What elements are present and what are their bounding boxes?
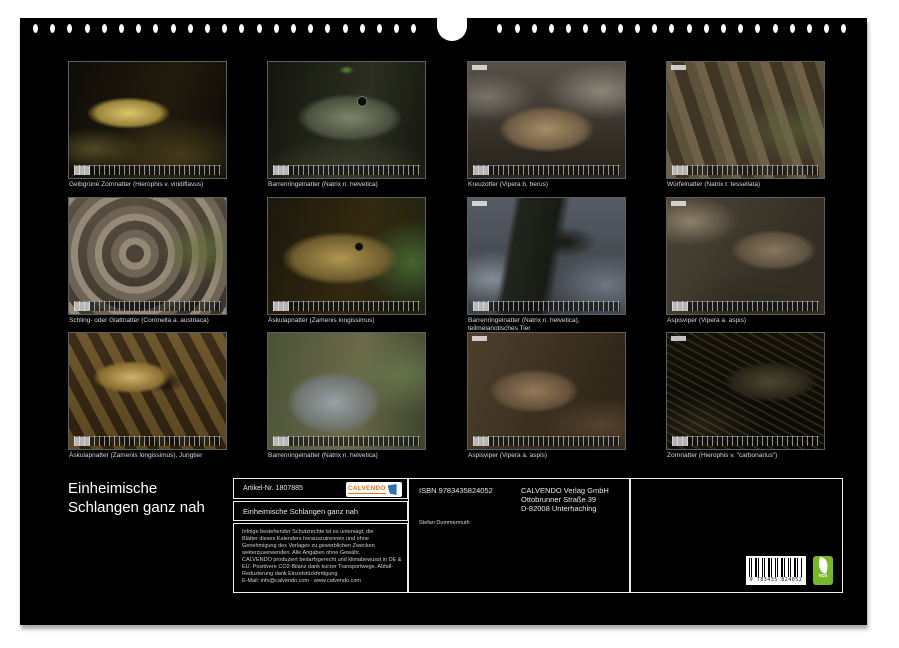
photo-caption: Zornnatter (Hierophis v. "carbonarius")	[667, 452, 823, 460]
barcode: 9 783435 824052	[746, 556, 806, 585]
photo-caption: Barrenringelnatter (Natrix n. helvetica)	[268, 181, 424, 189]
series-title-box: Einheimische Schlangen ganz nah	[233, 501, 408, 521]
photo-caption: Gelbgrüne Zornnatter (Hierophis v. virid…	[69, 181, 225, 189]
photo-cell: Aspisviper (Vipera a. aspis)	[468, 333, 625, 460]
photo-caption: Barrenringelnatter (Natrix n. helvetica)…	[468, 317, 624, 332]
leaf-icon	[816, 557, 829, 574]
author-name: Stefan Dummermuth	[419, 520, 470, 526]
hanger-notch	[437, 18, 467, 41]
photo-caption: Aspisviper (Vipera a. aspis)	[468, 452, 624, 460]
photo-cell: Äskulapnatter (Zamenis longissimus), Jun…	[69, 333, 226, 460]
photo-cell: Äskulapnatter (Zamenis longissimus)	[268, 198, 425, 325]
calvendo-logo-text: CALVENDO	[348, 485, 386, 494]
photo-caption: Würfelnatter (Natrix t. tessellata)	[667, 181, 823, 189]
eco-label: eco	[813, 573, 833, 580]
snake-photo	[69, 333, 226, 449]
barcode-number: 9 783435 824052	[749, 577, 803, 583]
publisher-address: CALVENDO Verlag GmbHOttobrunner Straße 3…	[521, 486, 609, 513]
publisher-box: ISBN 9783435824052 CALVENDO Verlag GmbHO…	[408, 478, 630, 593]
article-number: Artikel-Nr. 1807885	[243, 485, 303, 492]
snake-photo	[268, 198, 425, 314]
photo-cell: Barrenringelnatter (Natrix n. helvetica)	[268, 333, 425, 460]
photo-cell: Kreuzotter (Vipera b. berus)	[468, 62, 625, 189]
calendar-title: EinheimischeSchlangen ganz nah	[68, 479, 205, 517]
barcode-bars	[749, 558, 803, 577]
snake-photo	[667, 198, 824, 314]
photo-cell: Aspisviper (Vipera a. aspis)	[667, 198, 824, 325]
calendar-back-cover: Gelbgrüne Zornnatter (Hierophis v. virid…	[0, 0, 899, 648]
photo-caption: Kreuzotter (Vipera b. berus)	[468, 181, 624, 189]
calvendo-flag-icon	[388, 484, 397, 495]
eco-logo: eco	[813, 556, 833, 585]
photo-cell: Barrenringelnatter (Natrix n. helvetica)…	[468, 198, 625, 332]
barcode-box: 9 783435 824052 eco	[630, 478, 843, 593]
calvendo-logo: CALVENDO	[346, 482, 402, 497]
snake-photo	[268, 333, 425, 449]
legal-text: Infolge bestehender Schutzrechte ist es …	[242, 529, 401, 585]
snake-photo	[69, 198, 226, 314]
calendar-page: Gelbgrüne Zornnatter (Hierophis v. virid…	[20, 18, 867, 625]
series-title: Einheimische Schlangen ganz nah	[243, 507, 358, 516]
photo-cell: Würfelnatter (Natrix t. tessellata)	[667, 62, 824, 189]
photo-caption: Äskulapnatter (Zamenis longissimus), Jun…	[69, 452, 225, 460]
snake-photo	[667, 62, 824, 178]
photo-cell: Gelbgrüne Zornnatter (Hierophis v. virid…	[69, 62, 226, 189]
article-number-box: Artikel-Nr. 1807885 CALVENDO	[233, 478, 408, 499]
photo-cell: Zornnatter (Hierophis v. "carbonarius")	[667, 333, 824, 460]
photo-caption: Schling- oder Glattnatter (Coronella a. …	[69, 317, 225, 325]
snake-photo	[468, 198, 625, 314]
snake-photo	[667, 333, 824, 449]
photo-caption: Barrenringelnatter (Natrix n. helvetica)	[268, 452, 424, 460]
legal-text-box: Infolge bestehender Schutzrechte ist es …	[233, 523, 408, 593]
snake-photo	[468, 333, 625, 449]
snake-photo	[268, 62, 425, 178]
isbn-number: ISBN 9783435824052	[419, 486, 493, 495]
photo-caption: Äskulapnatter (Zamenis longissimus)	[268, 317, 424, 325]
snake-photo	[468, 62, 625, 178]
photo-caption: Aspisviper (Vipera a. aspis)	[667, 317, 823, 325]
snake-photo	[69, 62, 226, 178]
photo-cell: Barrenringelnatter (Natrix n. helvetica)	[268, 62, 425, 189]
photo-cell: Schling- oder Glattnatter (Coronella a. …	[69, 198, 226, 325]
